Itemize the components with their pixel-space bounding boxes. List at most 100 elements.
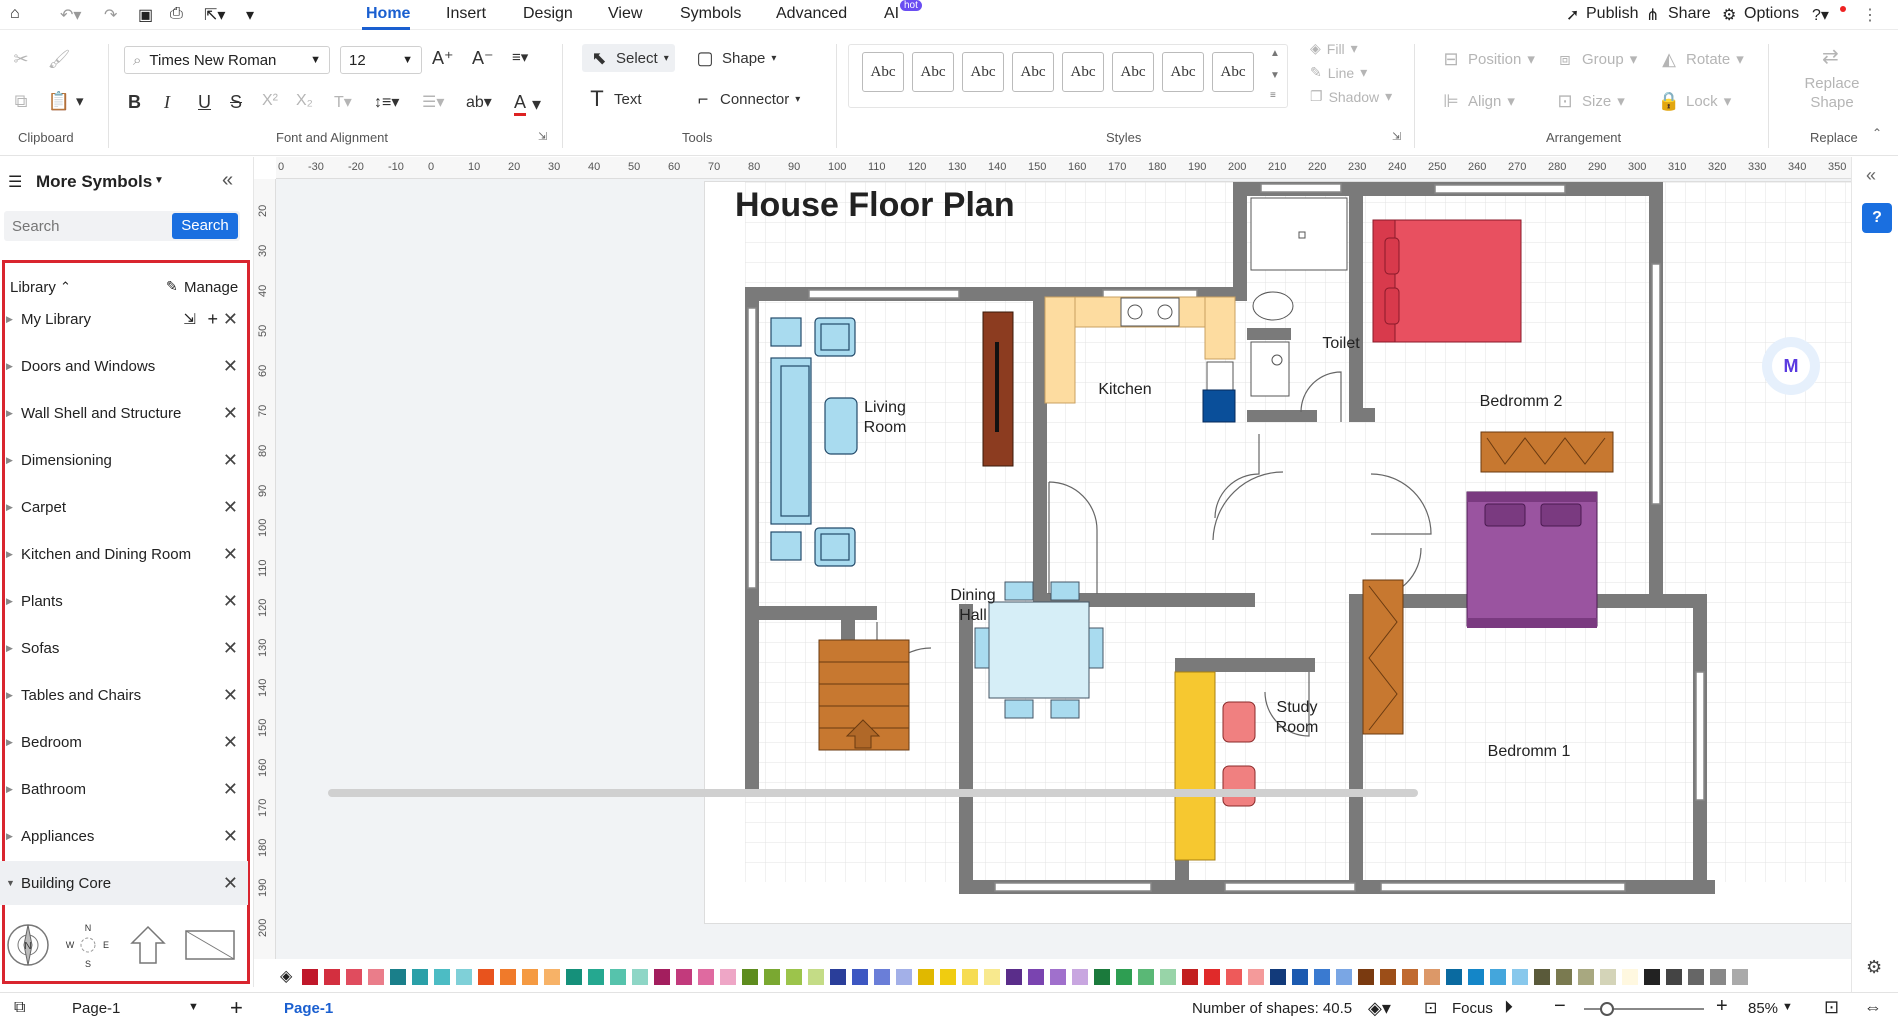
sidebar-item-building-core[interactable]: ▼ Building Core ✕ (0, 861, 248, 905)
layers-icon[interactable]: ◈▾ (1368, 998, 1391, 1019)
drawing-page[interactable]: Living Room Kitchen Toilet Bedromm 2 Dini… (704, 181, 1898, 924)
bullet-list-icon[interactable]: ☰▾ (422, 92, 444, 112)
color-swatch[interactable] (1600, 969, 1616, 985)
color-swatch[interactable] (412, 969, 428, 985)
sidebar-item-plants[interactable]: ▶ Plants ✕ (0, 579, 248, 623)
zoom-level[interactable]: 85% (1748, 1000, 1778, 1017)
connector-tool-button[interactable]: ⌐ Connector ▾ (692, 88, 801, 110)
sidebar-item-doors-windows[interactable]: ▶ Doors and Windows ✕ (0, 344, 248, 388)
fit-page-icon[interactable]: ⊡ (1824, 997, 1839, 1018)
color-swatch[interactable] (808, 969, 824, 985)
quick-access-icon[interactable]: ▾ (246, 5, 254, 25)
bedroom2-bed[interactable] (1372, 219, 1522, 343)
color-swatch[interactable] (940, 969, 956, 985)
replace-shape-button[interactable]: Replace Shape (1800, 74, 1864, 112)
style-swatch[interactable]: Abc (1062, 52, 1104, 92)
color-swatch[interactable] (1424, 969, 1440, 985)
color-swatch[interactable] (1732, 969, 1748, 985)
tab-symbols[interactable]: Symbols (680, 5, 741, 23)
tab-design[interactable]: Design (523, 5, 573, 23)
horizontal-scrollbar[interactable] (328, 789, 1418, 797)
play-icon[interactable]: ⏵ (1504, 997, 1513, 1018)
gallery-up-icon[interactable]: ▲ (1270, 48, 1280, 59)
color-swatch[interactable] (1402, 969, 1418, 985)
color-swatch[interactable] (346, 969, 362, 985)
line-button[interactable]: ✎ Line ▾ (1310, 64, 1367, 81)
zoom-slider-handle[interactable] (1600, 1002, 1614, 1016)
style-swatch[interactable]: Abc (912, 52, 954, 92)
print-icon[interactable]: ⎙ (170, 5, 183, 23)
increase-font-icon[interactable]: A⁺ (432, 48, 454, 69)
export-icon[interactable]: ⇱▾ (204, 5, 225, 25)
color-swatch[interactable] (720, 969, 736, 985)
color-swatch[interactable] (1182, 969, 1198, 985)
style-swatch[interactable]: Abc (1012, 52, 1054, 92)
style-swatch[interactable]: Abc (1112, 52, 1154, 92)
color-swatch[interactable] (962, 969, 978, 985)
color-swatch[interactable] (1138, 969, 1154, 985)
color-swatch[interactable] (1688, 969, 1704, 985)
style-swatch[interactable]: Abc (1212, 52, 1254, 92)
zoom-in-icon[interactable]: + (1716, 995, 1728, 1018)
style-swatch[interactable]: Abc (962, 52, 1004, 92)
tab-insert[interactable]: Insert (446, 5, 486, 23)
collapse-ribbon-icon[interactable]: ⌃ (1872, 126, 1882, 140)
tab-ai[interactable]: AI (884, 5, 899, 23)
bedroom1-wardrobe[interactable] (1362, 579, 1404, 735)
color-swatch[interactable] (566, 969, 582, 985)
bold-icon[interactable]: B (128, 92, 141, 113)
color-swatch[interactable] (1490, 969, 1506, 985)
close-icon[interactable]: ✕ (223, 638, 238, 659)
search-button[interactable]: Search (172, 213, 238, 239)
color-swatch[interactable] (588, 969, 604, 985)
chevron-down-icon[interactable]: ▼ (154, 175, 164, 186)
color-swatch[interactable] (1028, 969, 1044, 985)
sidebar-item-kitchen-dining[interactable]: ▶ Kitchen and Dining Room ✕ (0, 532, 248, 576)
cut-icon[interactable]: ✂ (10, 48, 32, 70)
close-icon[interactable]: ✕ (223, 873, 238, 894)
sidebar-item-bathroom[interactable]: ▶ Bathroom ✕ (0, 767, 248, 811)
sidebar-item-dimensioning[interactable]: ▶ Dimensioning ✕ (0, 438, 248, 482)
sidebar-item-sofas[interactable]: ▶ Sofas ✕ (0, 626, 248, 670)
color-swatch[interactable] (1314, 969, 1330, 985)
page-tab-active[interactable]: Page-1 (284, 1000, 333, 1017)
position-button[interactable]: ⊟ Position ▾ (1440, 48, 1534, 70)
add-icon[interactable]: + (207, 309, 218, 330)
library-label[interactable]: Library (10, 279, 56, 296)
tab-home[interactable]: Home (366, 5, 410, 23)
color-swatch[interactable] (456, 969, 472, 985)
close-icon[interactable]: ✕ (223, 732, 238, 753)
slab-shape[interactable] (185, 930, 235, 960)
color-swatch[interactable] (324, 969, 340, 985)
style-swatch[interactable]: Abc (862, 52, 904, 92)
highlight-icon[interactable]: ab▾ (466, 92, 492, 112)
fullscreen-icon[interactable]: ⇔ (1864, 997, 1882, 1018)
home-icon[interactable]: ⌂ (10, 5, 20, 23)
color-swatch[interactable] (1380, 969, 1396, 985)
options-button[interactable]: Options (1744, 5, 1799, 23)
color-swatch[interactable] (1468, 969, 1484, 985)
underline-icon[interactable]: U (198, 92, 211, 113)
collapse-up-icon[interactable]: ⌃ (60, 279, 71, 295)
color-swatch[interactable] (1116, 969, 1132, 985)
sidebar-item-appliances[interactable]: ▶ Appliances ✕ (0, 814, 248, 858)
color-swatch[interactable] (1248, 969, 1264, 985)
publish-button[interactable]: Publish (1586, 5, 1638, 23)
format-painter-icon[interactable]: 🖌 (48, 48, 71, 70)
color-swatch[interactable] (1336, 969, 1352, 985)
rotate-button[interactable]: ◭ Rotate ▾ (1658, 48, 1744, 70)
collapse-sidebar-icon[interactable]: « (222, 169, 233, 192)
sidebar-item-carpet[interactable]: ▶ Carpet ✕ (0, 485, 248, 529)
close-icon[interactable]: ✕ (223, 497, 238, 518)
color-swatch[interactable] (1270, 969, 1286, 985)
expand-panel-icon[interactable]: « (1866, 165, 1876, 186)
close-icon[interactable]: ✕ (223, 826, 238, 847)
superscript-icon[interactable]: X² (262, 92, 278, 110)
plan-title[interactable]: House Floor Plan (735, 186, 1015, 225)
color-swatch[interactable] (1358, 969, 1374, 985)
focus-button[interactable]: Focus (1452, 1000, 1493, 1017)
color-swatch[interactable] (1094, 969, 1110, 985)
close-icon[interactable]: ✕ (223, 591, 238, 612)
close-icon[interactable]: ✕ (223, 685, 238, 706)
select-tool-button[interactable]: ⬉ Select ▾ (582, 44, 675, 72)
